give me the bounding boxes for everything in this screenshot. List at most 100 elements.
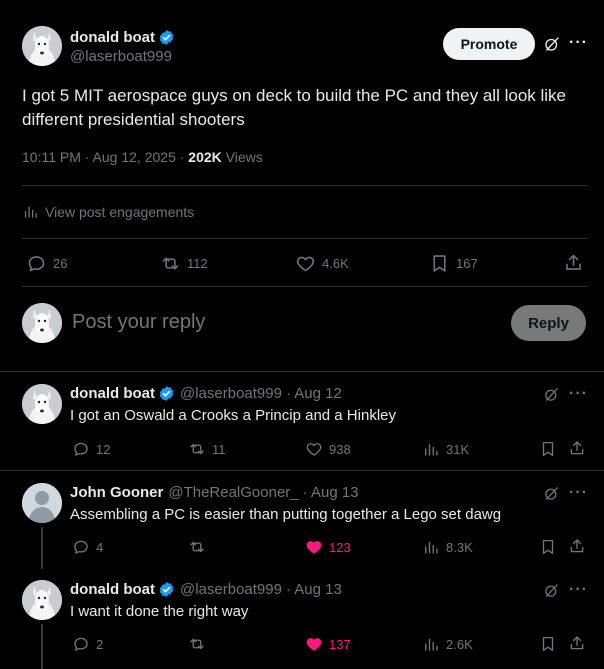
views-count: 202K [188, 149, 222, 165]
share-icon[interactable] [568, 634, 586, 652]
like-action[interactable]: 938 [305, 440, 351, 458]
reply-author-name[interactable]: donald boat [70, 581, 155, 598]
like-count: 938 [329, 441, 351, 457]
reply-count: 4 [96, 539, 104, 555]
avatar[interactable] [22, 483, 62, 523]
reply-action[interactable]: 2 [72, 635, 103, 653]
divider [0, 371, 604, 372]
views-label: Views [221, 149, 263, 165]
divider [22, 286, 588, 287]
bookmark-count: 167 [456, 256, 478, 271]
view-engagements-link[interactable]: View post engagements [22, 203, 194, 220]
grok-icon[interactable] [543, 485, 560, 502]
reply-author-handle[interactable]: @TheRealGooner_ [168, 484, 298, 501]
like-count: 123 [329, 539, 351, 555]
post-meta: 10:11 PM · Aug 12, 2025 · 202K Views [22, 149, 263, 165]
repost-icon [188, 440, 206, 458]
view-engagements-label: View post engagements [45, 203, 195, 220]
reply-button[interactable]: Reply [511, 305, 586, 341]
avatar[interactable] [22, 384, 62, 424]
more-options-icon[interactable]: ··· [569, 34, 588, 52]
post-text: I got 5 MIT aerospace guys on deck to bu… [22, 84, 592, 132]
bookmark-icon[interactable] [539, 440, 557, 458]
like-action[interactable]: 123 [305, 538, 351, 556]
thread-connector [41, 624, 43, 669]
reply-text: I got an Oswald a Crooks a Princip and a… [70, 407, 396, 424]
heart-icon [305, 440, 323, 458]
author-name[interactable]: donald boat [70, 29, 155, 46]
bookmark-icon[interactable] [539, 635, 557, 653]
like-count: 137 [329, 636, 351, 652]
reply-author-handle[interactable]: @laserboat999 [180, 385, 282, 402]
views-count: 2.6K [446, 636, 473, 652]
views-count: 31K [446, 441, 470, 457]
verified-badge-icon [158, 29, 175, 46]
views-action[interactable]: 8.3K [422, 538, 473, 556]
reply-count: 26 [53, 256, 68, 271]
reply-date[interactable]: · Aug 12 [286, 385, 342, 402]
more-options-icon[interactable]: ··· [569, 385, 588, 403]
grok-icon[interactable] [543, 582, 560, 599]
bookmark-icon[interactable] [539, 538, 557, 556]
reply-icon [26, 253, 47, 274]
views-action[interactable]: 31K [422, 440, 469, 458]
repost-icon [188, 538, 206, 556]
bookmark-action[interactable]: 167 [429, 253, 478, 274]
reply-action[interactable]: 4 [72, 538, 103, 556]
share-action[interactable] [563, 252, 590, 273]
repost-count: 11 [212, 441, 226, 457]
reply-text: I want it done the right way [70, 603, 249, 620]
repost-action[interactable] [188, 635, 212, 653]
composer-avatar [22, 303, 62, 343]
repost-action[interactable]: 11 [188, 440, 226, 458]
heart-filled-icon [305, 635, 323, 653]
heart-icon [295, 253, 316, 274]
repost-count: 112 [187, 256, 208, 271]
author-block: donald boat @laserboat999 [70, 29, 175, 65]
verified-badge-icon [158, 385, 175, 402]
reply-icon [72, 440, 90, 458]
grok-icon[interactable] [543, 386, 560, 403]
repost-icon [160, 253, 181, 274]
reply-header: donald boat @laserboat999 · Aug 12 [70, 385, 342, 402]
reply-author-handle[interactable]: @laserboat999 [180, 581, 282, 598]
reply-date[interactable]: · Aug 13 [303, 484, 359, 501]
bookmark-icon [429, 253, 450, 274]
more-options-icon[interactable]: ··· [569, 484, 588, 502]
promote-button[interactable]: Promote [443, 28, 535, 60]
divider [22, 238, 588, 239]
repost-icon [188, 635, 206, 653]
post-timestamp[interactable]: 10:11 PM · Aug 12, 2025 · [22, 149, 188, 165]
like-action[interactable]: 4.6K [295, 253, 349, 274]
views-action[interactable]: 2.6K [422, 635, 473, 653]
reply-icon [72, 538, 90, 556]
post-text-line: different presidential shooters [22, 110, 245, 129]
reply-text: Assembling a PC is easier than putting t… [70, 506, 502, 523]
reply-count: 2 [96, 636, 104, 652]
grok-icon[interactable] [543, 35, 561, 53]
avatar[interactable] [22, 580, 62, 620]
like-action[interactable]: 137 [305, 635, 351, 653]
views-icon [422, 635, 440, 653]
views-count: 8.3K [446, 539, 473, 555]
avatar[interactable] [22, 26, 62, 66]
views-icon [422, 440, 440, 458]
views-icon [422, 538, 440, 556]
repost-action[interactable] [188, 538, 212, 556]
share-icon[interactable] [568, 537, 586, 555]
reply-icon [72, 635, 90, 653]
reply-input[interactable]: Post your reply [72, 311, 205, 334]
divider [22, 185, 588, 186]
reply-action[interactable]: 26 [26, 253, 67, 274]
reply-author-name[interactable]: donald boat [70, 385, 155, 402]
reply-date[interactable]: · Aug 13 [286, 581, 342, 598]
reply-header: donald boat @laserboat999 · Aug 13 [70, 581, 342, 598]
reply-action[interactable]: 12 [72, 440, 110, 458]
reply-author-name[interactable]: John Gooner [70, 484, 163, 501]
verified-badge-icon [158, 581, 175, 598]
like-count: 4.6K [322, 256, 349, 271]
repost-action[interactable]: 112 [160, 253, 208, 274]
more-options-icon[interactable]: ··· [569, 581, 588, 599]
share-icon[interactable] [568, 439, 586, 457]
author-handle[interactable]: @laserboat999 [70, 48, 175, 65]
